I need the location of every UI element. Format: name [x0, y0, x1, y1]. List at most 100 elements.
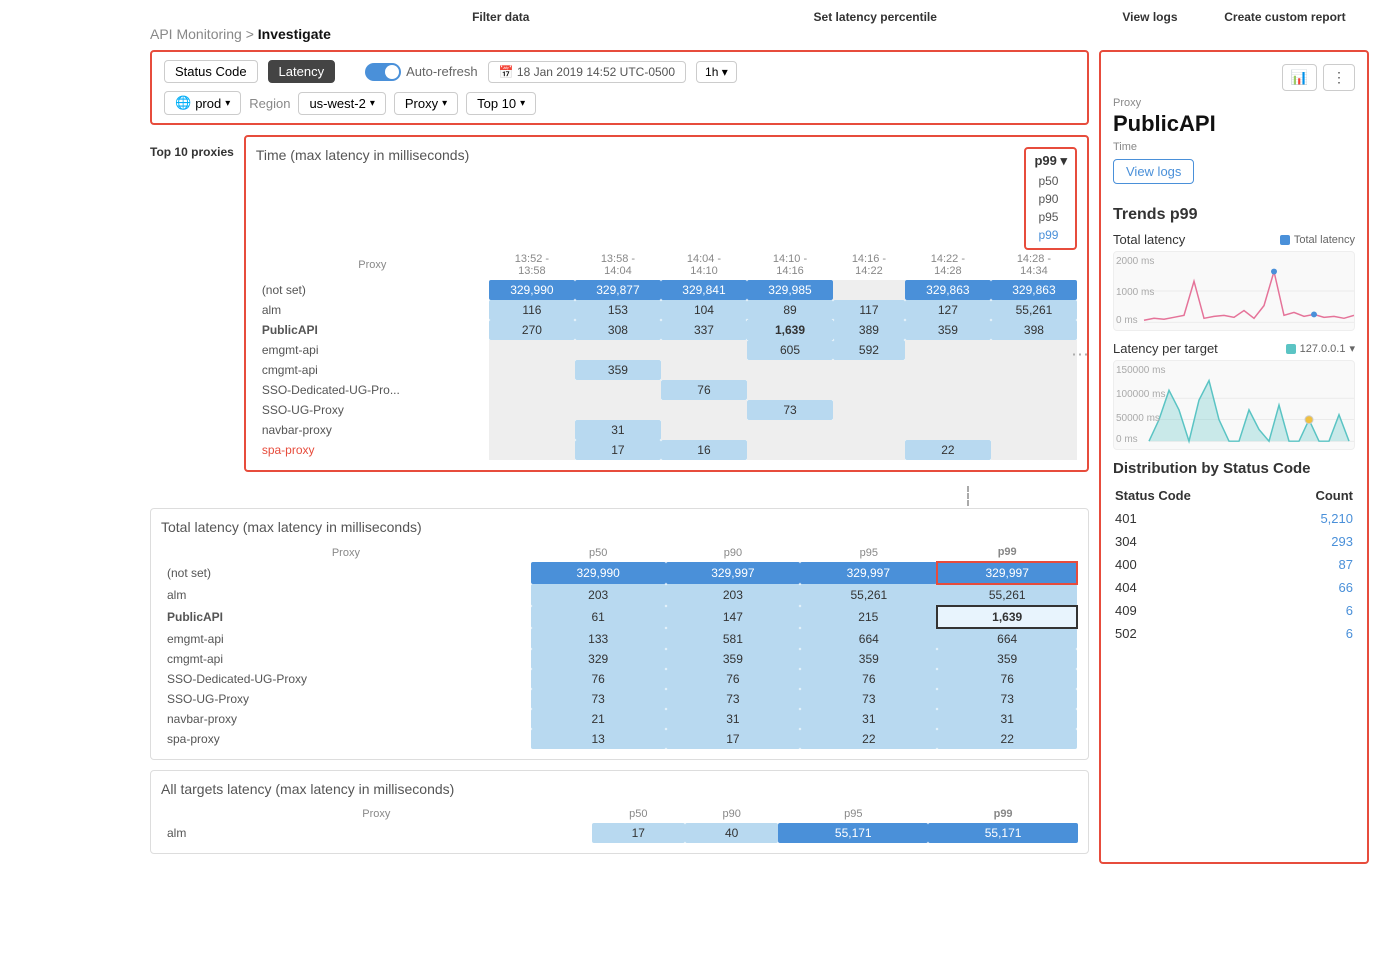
table-row: navbar-proxy 31	[256, 420, 1077, 440]
create-report-annotation: Create custom report	[1224, 10, 1345, 24]
at-p99-header: p99	[928, 805, 1078, 823]
total-latency-label: Total latency	[1113, 232, 1185, 247]
latency-per-target-dropdown[interactable]: ▾	[1349, 342, 1355, 355]
region-label: Region	[249, 96, 290, 111]
dist-row-404: 404 66	[1115, 577, 1353, 598]
top10-dropdown[interactable]: Top 10	[466, 92, 536, 115]
dist-row-401: 401 5,210	[1115, 508, 1353, 529]
table-row: spa-proxy 17 16 22	[256, 440, 1077, 460]
table-row: (not set) 329,990 329,997 329,997 329,99…	[161, 562, 1077, 584]
at-p95-header: p95	[778, 805, 928, 823]
dist-count-header: Count	[1275, 485, 1353, 506]
view-logs-annotation: View logs	[1122, 10, 1177, 24]
status-code-tab[interactable]: Status Code	[164, 60, 258, 83]
dist-table: Status Code Count 401 5,210 304 293	[1113, 483, 1355, 646]
chart2-label-mid1: 100000 ms	[1116, 389, 1165, 400]
proxy-col-header3: Proxy	[161, 805, 592, 823]
auto-refresh-label: Auto-refresh	[406, 64, 478, 79]
latency-tab[interactable]: Latency	[268, 60, 336, 83]
table-row: SSO-Dedicated-UG-Pro... 76	[256, 380, 1077, 400]
total-latency-section: Total latency (max latency in millisecon…	[150, 508, 1089, 760]
at-p90-header: p90	[685, 805, 778, 823]
table-row: alm 203 203 55,261 55,261	[161, 584, 1077, 606]
time-window-select[interactable]: 1h ▾	[696, 61, 737, 83]
all-targets-title: All targets latency (max latency in mill…	[161, 781, 1078, 797]
filter-data-annotation: Filter data	[472, 10, 529, 24]
dist-row-409: 409 6	[1115, 600, 1353, 621]
p90-option[interactable]: p90	[1034, 190, 1067, 208]
total-latency-chart: 2000 ms 1000 ms 0 ms	[1113, 251, 1355, 331]
date-picker[interactable]: 📅 18 Jan 2019 14:52 UTC-0500	[488, 61, 686, 83]
auto-refresh-toggle[interactable]	[365, 63, 401, 81]
top10-proxies-label: Top 10 proxies	[150, 145, 234, 159]
proxy-dropdown[interactable]: Proxy	[394, 92, 458, 115]
time-table: Proxy 13:52 -13:58 13:58 -14:04 14:04 -1…	[256, 250, 1077, 460]
p99-option[interactable]: p99	[1034, 226, 1067, 244]
prod-dropdown[interactable]: 🌐 prod	[164, 91, 241, 115]
col-1358: 13:58 -14:04	[575, 250, 661, 280]
time-label: Time	[1113, 141, 1355, 153]
total-latency-table: Proxy p50 p90 p95 p99 (not set) 329,990 …	[161, 543, 1078, 749]
table-row: spa-proxy 13 17 22 22	[161, 729, 1077, 749]
total-latency-title: Total latency (max latency in millisecon…	[161, 519, 1078, 535]
table-row: emgmt-api 133 581 664 664	[161, 628, 1077, 649]
p95-header: p95	[800, 543, 937, 562]
all-targets-section: All targets latency (max latency in mill…	[150, 770, 1089, 854]
latency-per-target-legend-dot	[1286, 344, 1296, 354]
time-table-title: Time (max latency in milliseconds)	[256, 147, 469, 163]
table-row: PublicAPI 270 308 337 1,639 389 359 398	[256, 320, 1077, 340]
chart1-label-bot: 0 ms	[1116, 315, 1138, 326]
table-row: emgmt-api 605 592	[256, 340, 1077, 360]
all-targets-table: Proxy p50 p90 p95 p99 alm 17 40 55,171	[161, 805, 1078, 843]
more-options-button[interactable]: ⋮	[1323, 64, 1355, 91]
dist-row-400: 400 87	[1115, 554, 1353, 575]
table-row: PublicAPI 61 147 215 1,639	[161, 606, 1077, 628]
total-latency-legend-dot	[1280, 235, 1290, 245]
chart2-label-top: 150000 ms	[1116, 365, 1165, 376]
trends-title: Trends p99	[1113, 206, 1355, 224]
table-row: navbar-proxy 21 31 31 31	[161, 709, 1077, 729]
set-latency-annotation: Set latency percentile	[814, 10, 937, 24]
percentile-dropdown[interactable]: p99 ▾ p50 p90 p95 p99	[1024, 147, 1077, 250]
table-row: SSO-UG-Proxy 73 73 73 73	[161, 689, 1077, 709]
breadcrumb: API Monitoring > Investigate	[20, 26, 1369, 42]
table-row: (not set) 329,990 329,877 329,841 329,98…	[256, 280, 1077, 300]
table-row: alm 17 40 55,171 55,171	[161, 823, 1078, 843]
col-1428: 14:28 -14:34	[991, 250, 1077, 280]
chart1-label-mid: 1000 ms	[1116, 287, 1154, 298]
distribution-section: Distribution by Status Code Status Code …	[1113, 460, 1355, 646]
col-1422: 14:22 -14:28	[905, 250, 991, 280]
view-logs-button[interactable]: View logs	[1113, 159, 1194, 184]
col-1352: 13:52 -13:58	[489, 250, 575, 280]
table-row: SSO-UG-Proxy 73	[256, 400, 1077, 420]
dist-row-502: 502 6	[1115, 623, 1353, 644]
latency-per-target-chart: 150000 ms 100000 ms 50000 ms 0 ms	[1113, 360, 1355, 450]
proxy-label: Proxy	[1113, 97, 1355, 109]
proxy-name: PublicAPI	[1113, 111, 1355, 137]
at-p50-header: p50	[592, 805, 685, 823]
latency-per-target-legend: 127.0.0.1	[1300, 343, 1346, 355]
col-1404: 14:04 -14:10	[661, 250, 747, 280]
dist-row-304: 304 293	[1115, 531, 1353, 552]
p90-header: p90	[666, 543, 801, 562]
latency-per-target-label: Latency per target	[1113, 341, 1218, 356]
right-panel: View metric details View in Recent View …	[1099, 50, 1369, 864]
p95-option[interactable]: p95	[1034, 208, 1067, 226]
p50-option[interactable]: p50	[1034, 172, 1067, 190]
table-row: cmgmt-api 359	[256, 360, 1077, 380]
p50-header: p50	[531, 543, 666, 562]
dist-title: Distribution by Status Code	[1113, 460, 1355, 477]
chart1-label-top: 2000 ms	[1116, 256, 1154, 267]
p99-header: p99	[937, 543, 1077, 562]
scroll-right-icon: ⋯	[1071, 345, 1089, 366]
chart2-label-bot: 0 ms	[1116, 434, 1138, 445]
dist-code-header: Status Code	[1115, 485, 1273, 506]
proxy-col-header2: Proxy	[161, 543, 531, 562]
chart2-label-mid2: 50000 ms	[1116, 413, 1160, 424]
region-dropdown[interactable]: us-west-2	[298, 92, 385, 115]
table-row: SSO-Dedicated-UG-Proxy 76 76 76 76	[161, 669, 1077, 689]
col-1410: 14:10 -14:16	[747, 250, 833, 280]
table-row: cmgmt-api 329 359 359 359	[161, 649, 1077, 669]
total-latency-legend: Total latency	[1294, 234, 1355, 246]
chart-icon-button[interactable]: 📊	[1282, 64, 1317, 91]
